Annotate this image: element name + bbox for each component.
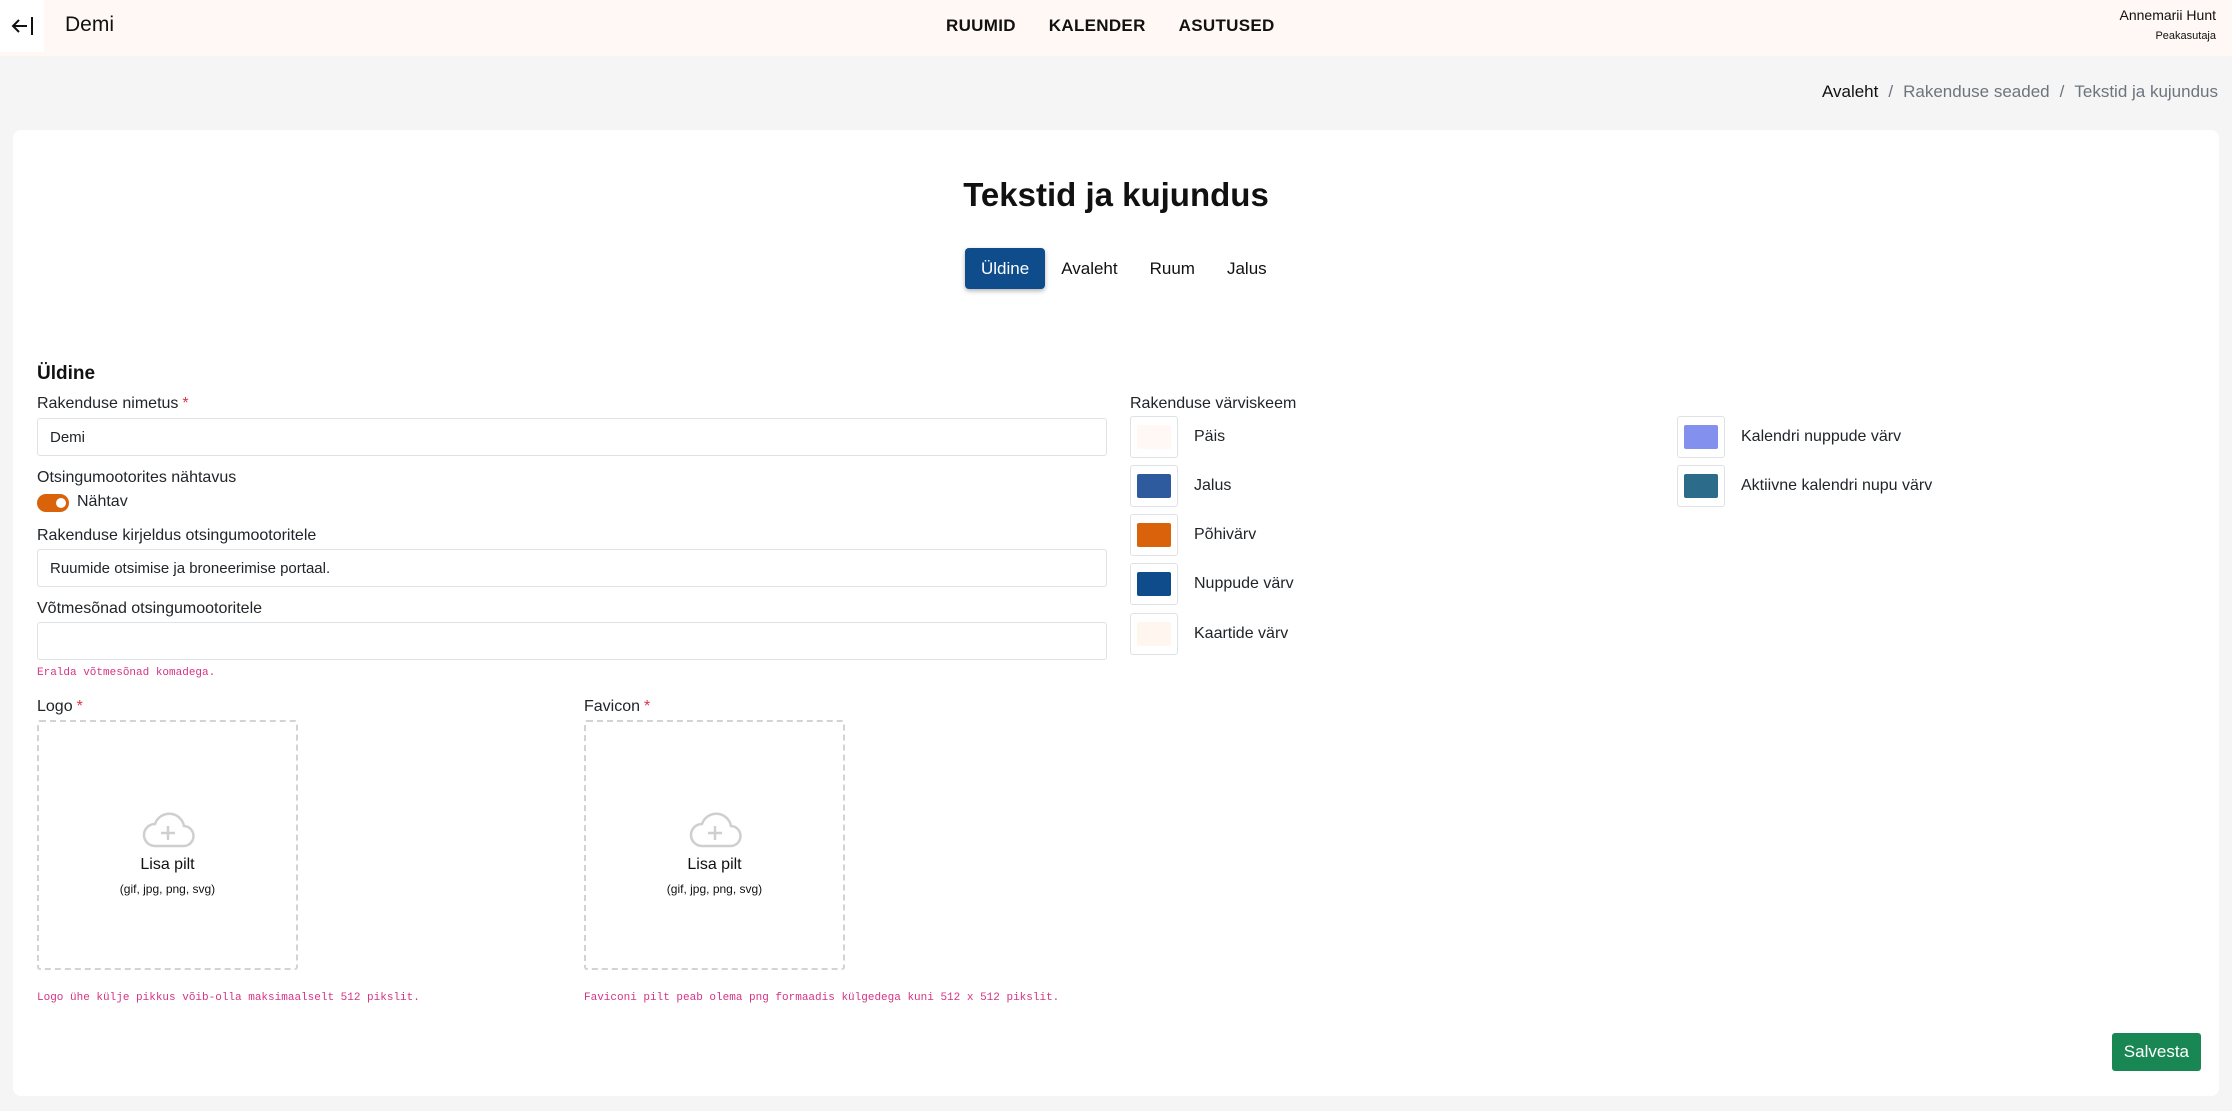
color-row-pohivarv: Põhivärv xyxy=(1130,514,1256,556)
cloud-upload-icon xyxy=(689,812,742,848)
required-mark: * xyxy=(182,395,189,412)
app-name[interactable]: Demi xyxy=(65,13,114,37)
color-label: Aktiivne kalendri nupu värv xyxy=(1741,477,1933,494)
color-picker-nuppude-varv[interactable] xyxy=(1130,563,1178,605)
seo-visibility-toggle[interactable] xyxy=(37,494,69,512)
page-title: Tekstid ja kujundus xyxy=(963,176,1269,213)
nav-kalender[interactable]: KALENDER xyxy=(1049,16,1146,36)
color-row-nuppude-varv: Nuppude värv xyxy=(1130,563,1294,605)
user-role: Peakasutaja xyxy=(2155,30,2216,42)
favicon-upload[interactable]: Lisa pilt (gif, jpg, png, svg) xyxy=(584,720,845,970)
cloud-upload-icon xyxy=(142,812,195,848)
seo-description-input[interactable]: Ruumide otsimise ja broneerimise portaal… xyxy=(37,549,1107,587)
breadcrumb: Avaleht / Rakenduse seaded / Tekstid ja … xyxy=(1822,82,2218,102)
color-swatch xyxy=(1137,474,1171,498)
breadcrumb-current: Tekstid ja kujundus xyxy=(2074,82,2218,101)
tab-bar: Üldine Avaleht Ruum Jalus xyxy=(965,248,1283,289)
tab-jalus[interactable]: Jalus xyxy=(1211,248,1283,289)
favicon-label: Favicon * xyxy=(584,698,650,716)
color-picker-kalendri-nuppude-varv[interactable] xyxy=(1677,416,1725,458)
required-mark: * xyxy=(644,698,651,715)
color-label: Jalus xyxy=(1194,477,1232,494)
color-label: Põhivärv xyxy=(1194,526,1257,543)
color-swatch xyxy=(1137,572,1171,596)
color-swatch xyxy=(1684,425,1718,449)
user-name: Annemarii Hunt xyxy=(2119,7,2217,23)
logo-hint: Logo ühe külje pikkus võib-olla maksimaa… xyxy=(37,992,420,1004)
tab-ruum[interactable]: Ruum xyxy=(1134,248,1211,289)
keywords-label: Võtmesõnad otsingumootoritele xyxy=(37,600,263,617)
logo-upload[interactable]: Lisa pilt (gif, jpg, png, svg) xyxy=(37,720,298,970)
favicon-hint: Faviconi pilt peab olema png formaadis k… xyxy=(584,992,1060,1004)
app-name-label: Rakenduse nimetus * xyxy=(37,395,189,413)
color-swatch xyxy=(1684,474,1718,498)
seo-description-label: Rakenduse kirjeldus otsingumootoritele xyxy=(37,527,317,544)
color-picker-aktiivne-kalendri-nupu-varv[interactable] xyxy=(1677,465,1725,507)
required-mark: * xyxy=(76,698,83,715)
section-title: Üldine xyxy=(37,363,96,384)
color-swatch xyxy=(1137,622,1171,646)
back-button[interactable] xyxy=(0,0,44,52)
tab-uldine[interactable]: Üldine xyxy=(965,248,1046,289)
breadcrumb-separator: / xyxy=(1888,82,1894,101)
breadcrumb-separator: / xyxy=(2059,82,2065,101)
color-row-kaartide-varv: Kaartide värv xyxy=(1130,613,1288,655)
keywords-input[interactable] xyxy=(37,622,1107,660)
color-label: Kalendri nuppude värv xyxy=(1741,428,1902,445)
favicon-label-text: Favicon xyxy=(584,698,641,715)
color-label: Nuppude värv xyxy=(1194,575,1294,592)
arrow-left-icon xyxy=(11,17,33,35)
seo-visibility-toggle-label: Nähtav xyxy=(77,493,128,510)
color-row-kalendri-nuppude-varv: Kalendri nuppude värv xyxy=(1677,416,1901,458)
user-menu[interactable]: Annemarii Hunt Peakasutaja xyxy=(2120,7,2217,42)
color-picker-kaartide-varv[interactable] xyxy=(1130,613,1178,655)
color-row-pais: Päis xyxy=(1130,416,1225,458)
top-navbar: Demi RUUMID KALENDER ASUTUSED Annemarii … xyxy=(0,0,2232,56)
breadcrumb-settings[interactable]: Rakenduse seaded xyxy=(1903,82,2050,102)
keywords-hint: Eralda võtmesõnad komadega. xyxy=(37,667,216,679)
nav-asutused[interactable]: ASUTUSED xyxy=(1179,16,1275,36)
settings-card: Tekstid ja kujundus Üldine Avaleht Ruum … xyxy=(13,130,2219,1096)
color-picker-jalus[interactable] xyxy=(1130,465,1178,507)
logo-label: Logo * xyxy=(37,698,83,716)
color-row-aktiivne-kalendri-nupu-varv: Aktiivne kalendri nupu värv xyxy=(1677,465,1932,507)
breadcrumb-home[interactable]: Avaleht xyxy=(1822,82,1878,102)
app-name-input[interactable]: Demi xyxy=(37,418,1107,456)
logo-label-text: Logo xyxy=(37,698,73,715)
logo-upload-formats: (gif, jpg, png, svg) xyxy=(119,882,216,896)
nav-ruumid[interactable]: RUUMID xyxy=(946,16,1016,36)
color-picker-pohivarv[interactable] xyxy=(1130,514,1178,556)
color-picker-pais[interactable] xyxy=(1130,416,1178,458)
color-swatch xyxy=(1137,523,1171,547)
seo-visibility-label: Otsingumootorites nähtavus xyxy=(37,469,237,486)
main-nav: RUUMID KALENDER ASUTUSED xyxy=(946,16,1275,36)
favicon-upload-formats: (gif, jpg, png, svg) xyxy=(666,882,763,896)
color-swatch xyxy=(1137,425,1171,449)
tab-avaleht[interactable]: Avaleht xyxy=(1045,248,1133,289)
save-button[interactable]: Salvesta xyxy=(2111,1033,2201,1071)
color-label: Kaartide värv xyxy=(1194,625,1289,642)
color-label: Päis xyxy=(1194,428,1226,445)
toggle-knob xyxy=(56,498,66,508)
app-name-label-text: Rakenduse nimetus xyxy=(37,395,179,412)
logo-upload-label: Lisa pilt xyxy=(140,856,195,873)
color-row-jalus: Jalus xyxy=(1130,465,1231,507)
favicon-upload-label: Lisa pilt xyxy=(687,856,742,873)
color-scheme-label: Rakenduse värviskeem xyxy=(1130,395,1297,412)
